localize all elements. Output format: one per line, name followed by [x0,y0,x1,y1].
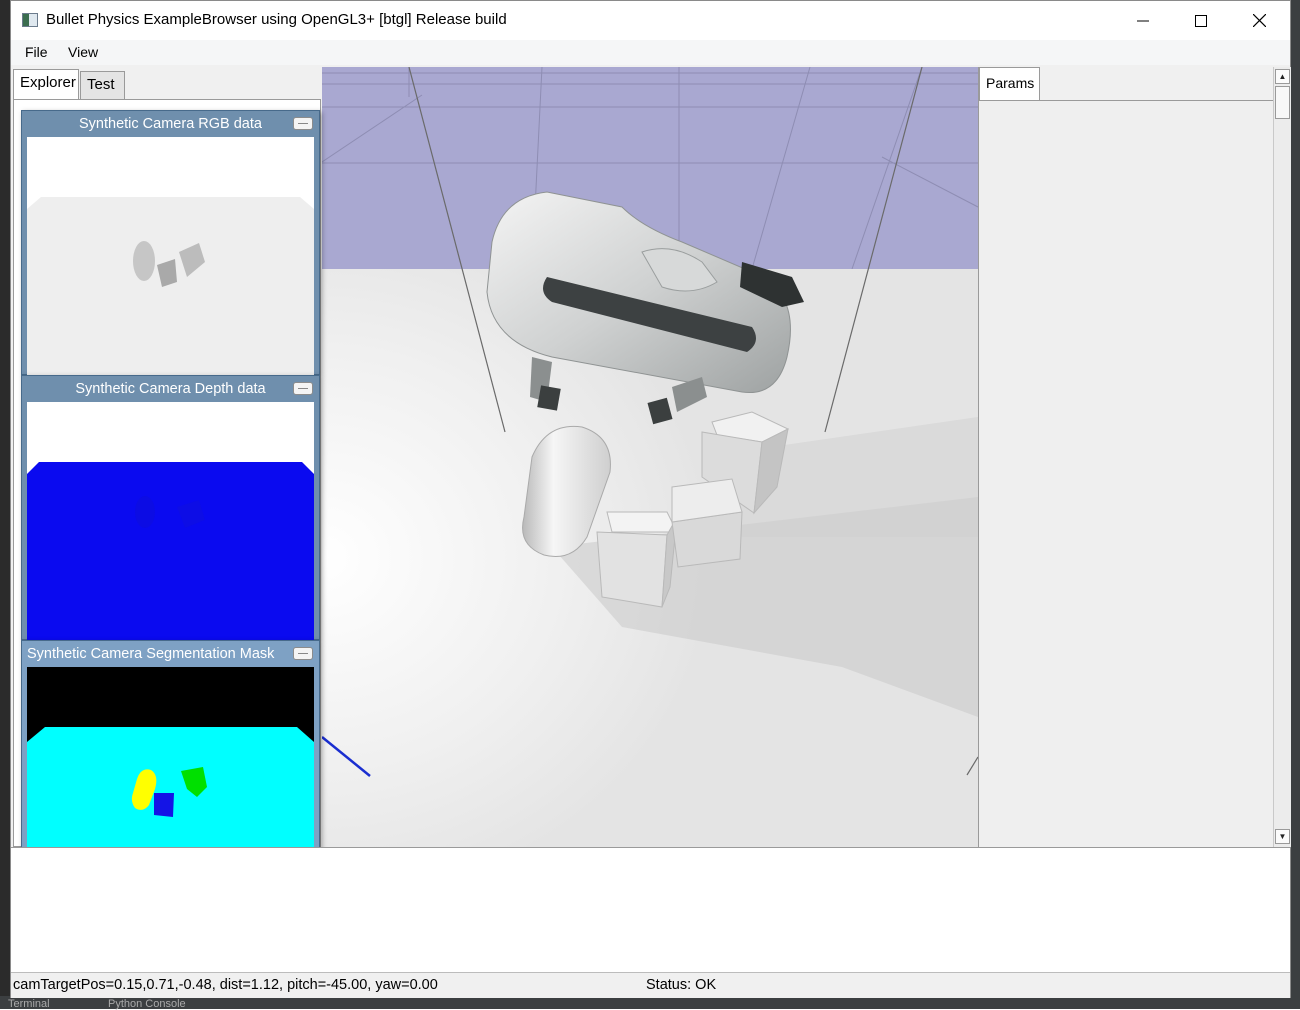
rgb-camera-title[interactable]: Synthetic Camera RGB data [22,111,319,137]
rgb-camera-window[interactable]: Synthetic Camera RGB data [21,110,320,376]
minimize-button[interactable] [1114,1,1172,40]
app-icon [22,13,38,27]
tab-explorer[interactable]: Explorer [13,69,79,100]
minimize-icon [1137,20,1149,21]
rgb-image [27,137,314,376]
params-scrollbar[interactable]: ▲ ▼ [1273,67,1291,847]
status-text: Status: OK [646,977,717,993]
minimize-icon[interactable] [293,117,313,130]
maximize-icon [1195,14,1207,27]
tab-test[interactable]: Test [80,71,125,100]
scroll-up-icon[interactable]: ▲ [1275,69,1290,84]
close-button[interactable] [1230,1,1288,40]
3d-viewport[interactable] [322,67,978,847]
params-body [979,100,1274,847]
depth-image [27,402,314,641]
tab-params[interactable]: Params [979,67,1040,100]
menu-bar: File View [11,40,1290,65]
scroll-down-icon[interactable]: ▼ [1275,829,1290,844]
title-bar: Bullet Physics ExampleBrowser using Open… [11,1,1290,40]
menu-view[interactable]: View [68,44,98,60]
camera-status-text: camTargetPos=0.15,0.71,-0.48, dist=1.12,… [13,977,438,993]
minimize-icon[interactable] [293,382,313,395]
terminal-tab[interactable]: Terminal [8,998,50,1010]
menu-file[interactable]: File [25,44,48,60]
status-bar: camTargetPos=0.15,0.71,-0.48, dist=1.12,… [11,972,1290,998]
segmentation-camera-title[interactable]: Synthetic Camera Segmentation Mask [22,641,319,667]
python-console-tab[interactable]: Python Console [108,998,186,1010]
scroll-thumb[interactable] [1275,86,1290,119]
minimize-icon[interactable] [293,647,313,660]
background-editor-strip-right [1290,0,1300,1009]
depth-camera-title[interactable]: Synthetic Camera Depth data [22,376,319,402]
params-panel: Params [978,67,1274,847]
window-title: Bullet Physics ExampleBrowser using Open… [46,11,507,28]
close-icon [1252,14,1266,27]
console-area[interactable] [11,847,1290,972]
depth-camera-window[interactable]: Synthetic Camera Depth data [21,375,320,641]
maximize-button[interactable] [1172,1,1230,40]
scene-render [322,67,978,847]
main-window: Bullet Physics ExampleBrowser using Open… [10,0,1291,998]
